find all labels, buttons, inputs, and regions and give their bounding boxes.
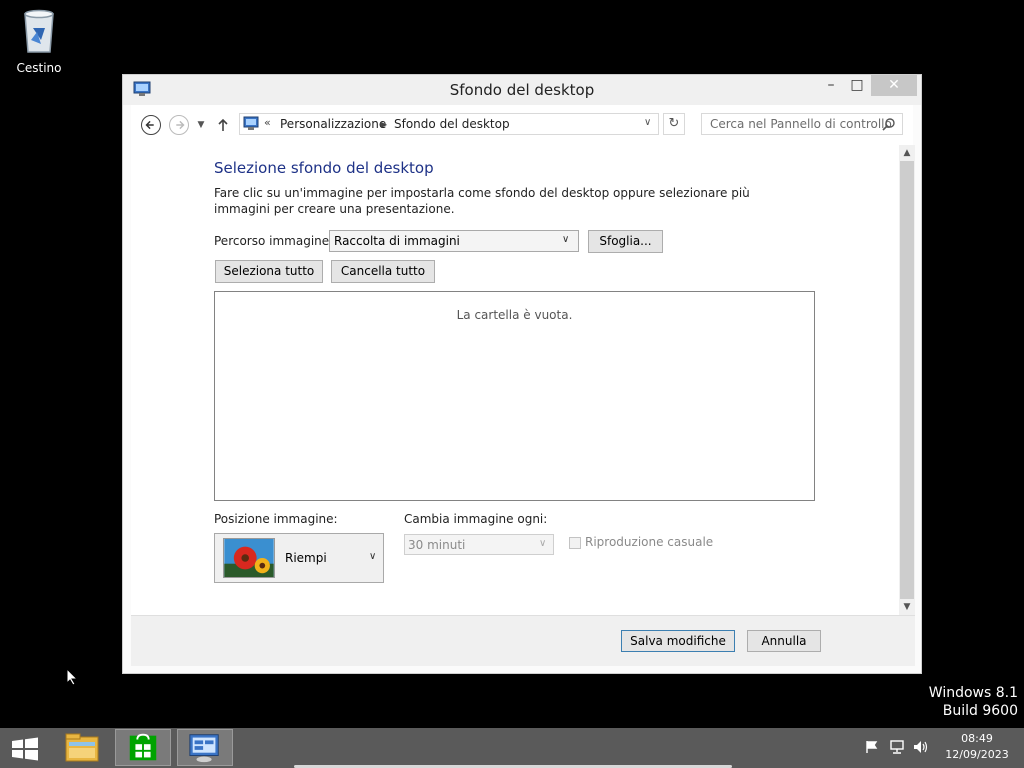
dialog-footer: Salva modifiche Annulla bbox=[131, 615, 915, 666]
search-input[interactable]: Cerca nel Pannello di controllo bbox=[710, 117, 892, 131]
store-icon[interactable] bbox=[115, 729, 171, 766]
shuffle-checkbox bbox=[569, 537, 581, 549]
desktop-background-window: Sfondo del desktop – □ ✕ ▼ « Personalizz… bbox=[122, 74, 922, 674]
recycle-bin-label: Cestino bbox=[16, 61, 62, 75]
breadcrumb-personalization[interactable]: Personalizzazione bbox=[280, 117, 386, 131]
search-box[interactable]: Cerca nel Pannello di controllo bbox=[701, 113, 903, 135]
change-interval-dropdown: 30 minuti ∨ bbox=[404, 534, 554, 555]
select-all-button[interactable]: Seleziona tutto bbox=[215, 260, 323, 283]
search-icon[interactable] bbox=[882, 117, 896, 131]
picture-position-label: Posizione immagine: bbox=[214, 512, 338, 526]
title-bar[interactable]: Sfondo del desktop – □ ✕ bbox=[123, 75, 921, 105]
scroll-down-icon[interactable]: ▼ bbox=[899, 599, 915, 615]
scroll-up-icon[interactable]: ▲ bbox=[899, 145, 915, 161]
control-panel-taskbar-icon[interactable] bbox=[177, 729, 233, 766]
minimize-button[interactable]: – bbox=[817, 75, 845, 96]
windows-version-watermark: Windows 8.1 Build 9600 bbox=[929, 684, 1018, 720]
maximize-button[interactable]: □ bbox=[843, 75, 871, 96]
mouse-cursor-icon bbox=[66, 668, 78, 686]
forward-arrow-icon[interactable] bbox=[169, 115, 189, 135]
clear-all-button[interactable]: Cancella tutto bbox=[331, 260, 435, 283]
fill-preview-icon bbox=[223, 538, 275, 578]
action-center-flag-icon[interactable] bbox=[864, 740, 880, 754]
empty-folder-message: La cartella è vuota. bbox=[456, 308, 573, 322]
recent-locations-chevron-icon[interactable]: ▼ bbox=[195, 119, 207, 131]
breadcrumb-overflow-icon[interactable]: « bbox=[264, 116, 271, 129]
picture-location-label: Percorso immagine: bbox=[214, 234, 334, 248]
clock-date[interactable]: 12/09/2023 bbox=[940, 748, 1014, 761]
vertical-scrollbar[interactable]: ▲ ▼ bbox=[899, 145, 915, 615]
recycle-bin-icon bbox=[24, 9, 54, 53]
page-title: Selezione sfondo del desktop bbox=[214, 159, 434, 177]
windows-start-icon[interactable] bbox=[10, 737, 40, 761]
control-panel-icon bbox=[243, 116, 259, 130]
save-changes-button[interactable]: Salva modifiche bbox=[621, 630, 735, 652]
shuffle-label: Riproduzione casuale bbox=[585, 535, 714, 549]
navigation-bar: ▼ « Personalizzazione ▶ Sfondo del deskt… bbox=[131, 105, 913, 145]
taskbar: 08:49 12/09/2023 bbox=[0, 728, 1024, 768]
network-icon[interactable] bbox=[889, 740, 905, 754]
chevron-down-icon: ∨ bbox=[369, 551, 377, 562]
clock-time[interactable]: 08:49 bbox=[950, 732, 1004, 745]
content-area: Selezione sfondo del desktop Fare clic s… bbox=[131, 145, 899, 615]
change-interval-value: 30 minuti bbox=[408, 538, 466, 552]
page-description: Fare clic su un'immagine per impostarla … bbox=[214, 186, 750, 216]
breadcrumb-desktop-background[interactable]: Sfondo del desktop bbox=[394, 117, 510, 131]
watermark-build: Build 9600 bbox=[942, 703, 1018, 719]
browse-button[interactable]: Sfoglia... bbox=[588, 230, 663, 253]
recycle-bin-shortcut[interactable]: Cestino bbox=[8, 6, 70, 75]
file-explorer-icon[interactable] bbox=[54, 729, 110, 766]
change-interval-label: Cambia immagine ogni: bbox=[404, 512, 548, 526]
window-title: Sfondo del desktop bbox=[449, 81, 595, 99]
close-button[interactable]: ✕ bbox=[871, 75, 917, 96]
up-arrow-icon[interactable] bbox=[215, 117, 231, 133]
refresh-icon[interactable]: ↻ bbox=[663, 113, 685, 135]
chevron-down-icon: ∨ bbox=[539, 538, 547, 549]
picture-location-value: Raccolta di immagini bbox=[334, 234, 460, 248]
watermark-version: Windows 8.1 bbox=[928, 685, 1018, 701]
picture-gallery[interactable]: La cartella è vuota. bbox=[214, 291, 815, 501]
chevron-down-icon: ∨ bbox=[562, 234, 570, 245]
scroll-thumb[interactable] bbox=[900, 161, 914, 599]
breadcrumb-separator-icon[interactable]: ▶ bbox=[381, 117, 387, 132]
picture-position-value: Riempi bbox=[285, 551, 327, 565]
address-dropdown-icon[interactable]: ∨ bbox=[644, 117, 651, 128]
address-bar[interactable]: « Personalizzazione ▶ Sfondo del desktop… bbox=[239, 113, 659, 135]
picture-position-dropdown[interactable]: Riempi ∨ bbox=[214, 533, 384, 583]
cancel-button[interactable]: Annulla bbox=[747, 630, 821, 652]
back-arrow-icon[interactable] bbox=[141, 115, 161, 135]
picture-location-dropdown[interactable]: Raccolta di immagini ∨ bbox=[329, 230, 579, 252]
volume-icon[interactable] bbox=[913, 740, 929, 754]
